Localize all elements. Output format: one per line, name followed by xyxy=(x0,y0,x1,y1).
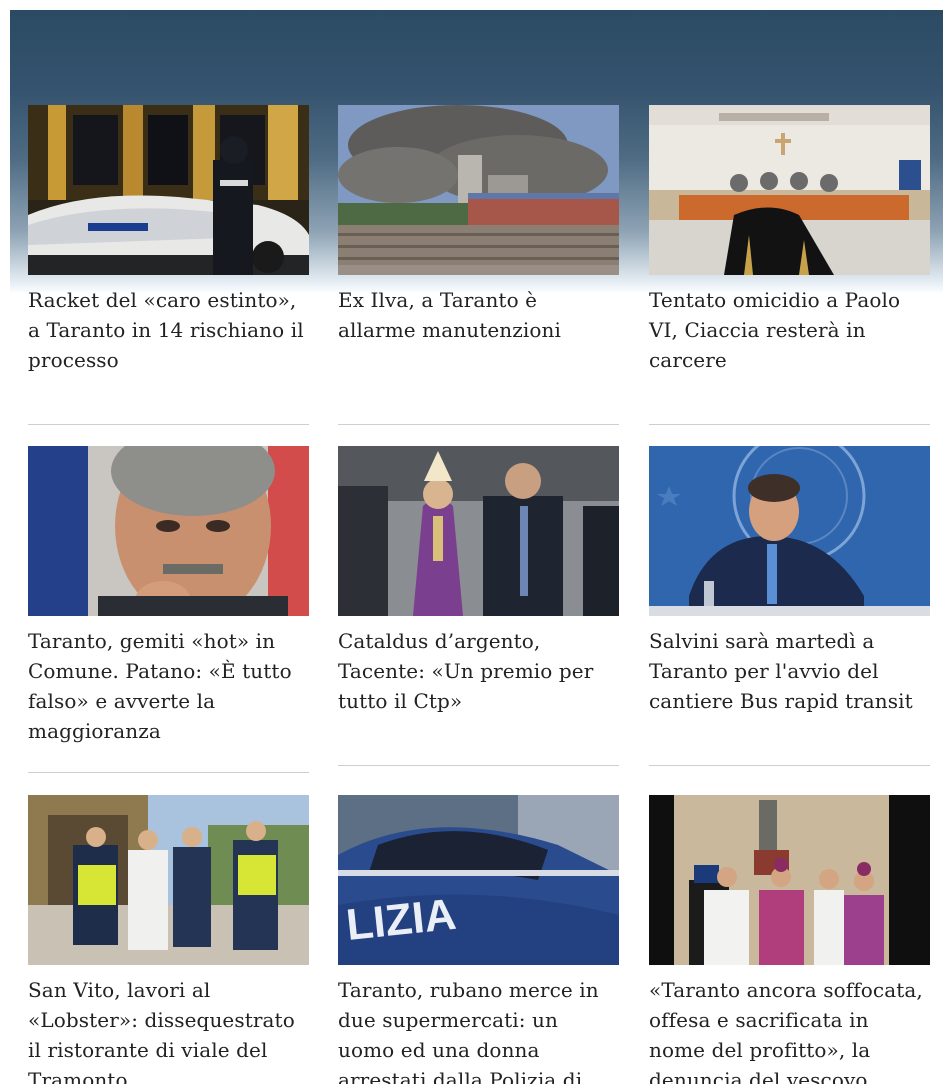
article-title[interactable]: San Vito, lavori al «Lobster»: disseques… xyxy=(28,975,309,1084)
divider xyxy=(28,772,309,773)
article-card[interactable]: LIZIA Taranto, rubano merce in due super… xyxy=(338,795,619,1084)
article-title[interactable]: Taranto, gemiti «hot» in Comune. Patano:… xyxy=(28,626,309,746)
divider xyxy=(338,424,619,425)
politician-portrait-image[interactable] xyxy=(28,446,309,616)
article-card[interactable]: Racket del «caro estinto», a Taranto in … xyxy=(28,105,309,375)
divider xyxy=(649,424,930,425)
article-title[interactable]: «Taranto ancora soffocata, offesa e sacr… xyxy=(649,975,930,1084)
article-title[interactable]: Salvini sarà martedì a Taranto per l'avv… xyxy=(649,626,930,716)
news-grid: Racket del «caro estinto», a Taranto in … xyxy=(0,0,944,1084)
article-title[interactable]: Cataldus d’argento, Tacente: «Un premio … xyxy=(338,626,619,716)
article-card[interactable]: San Vito, lavori al «Lobster»: disseques… xyxy=(28,795,309,1084)
article-card[interactable]: Salvini sarà martedì a Taranto per l'avv… xyxy=(649,446,930,716)
press-conference-image[interactable] xyxy=(649,446,930,616)
article-title[interactable]: Tentato omicidio a Paolo VI, Ciaccia res… xyxy=(649,285,930,375)
article-title[interactable]: Racket del «caro estinto», a Taranto in … xyxy=(28,285,309,375)
police-officers-site-image[interactable] xyxy=(28,795,309,965)
religious-procession-image[interactable] xyxy=(649,795,930,965)
courtroom-image[interactable] xyxy=(649,105,930,275)
article-title[interactable]: Taranto, rubano merce in due supermercat… xyxy=(338,975,619,1084)
bishop-ceremony-image[interactable] xyxy=(338,446,619,616)
article-title[interactable]: Ex Ilva, a Taranto è allarme manutenzion… xyxy=(338,285,619,345)
article-card[interactable]: Cataldus d’argento, Tacente: «Un premio … xyxy=(338,446,619,716)
industrial-smoke-image[interactable] xyxy=(338,105,619,275)
article-card[interactable]: Ex Ilva, a Taranto è allarme manutenzion… xyxy=(338,105,619,345)
police-car-closeup-image[interactable]: LIZIA xyxy=(338,795,619,965)
article-card[interactable]: Tentato omicidio a Paolo VI, Ciaccia res… xyxy=(649,105,930,375)
divider xyxy=(338,765,619,766)
article-card[interactable]: Taranto, gemiti «hot» in Comune. Patano:… xyxy=(28,446,309,746)
divider xyxy=(649,765,930,766)
police-car-night-image[interactable] xyxy=(28,105,309,275)
divider xyxy=(28,424,309,425)
article-card[interactable]: «Taranto ancora soffocata, offesa e sacr… xyxy=(649,795,930,1084)
